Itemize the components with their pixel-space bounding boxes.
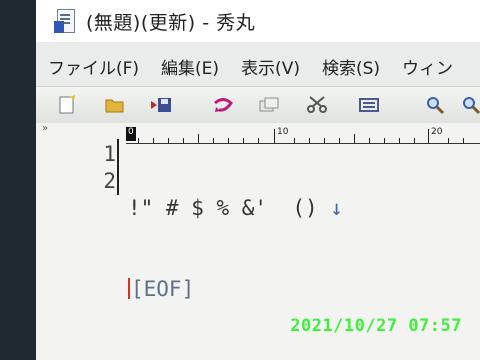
search-icon[interactable] xyxy=(424,95,446,115)
text-line-1: !" # $ % &' () ↓ xyxy=(128,195,343,222)
window-title: (無題)(更新) - 秀丸 xyxy=(86,11,256,34)
line-number: 2 xyxy=(103,169,116,193)
app-icon[interactable] xyxy=(54,7,78,35)
ruler-label: 10 xyxy=(276,127,290,137)
menu-bar: ファイル(F) 編集(E) 表示(V) 検索(S) ウィン xyxy=(36,50,480,82)
toolbar xyxy=(36,86,480,124)
copy-icon[interactable] xyxy=(258,95,280,115)
title-bar: (無題)(更新) - 秀丸 xyxy=(36,0,480,42)
newline-arrow-icon: ↓ xyxy=(330,196,343,220)
new-file-icon[interactable] xyxy=(56,95,78,115)
text-caret xyxy=(128,278,130,299)
line-1-text: !" # $ % &' () xyxy=(128,196,331,220)
line-number: 1 xyxy=(103,142,116,166)
cut-icon[interactable] xyxy=(306,95,328,115)
editor-window: (無題)(更新) - 秀丸 ファイル(F) 編集(E) 表示(V) 検索(S) … xyxy=(36,0,480,360)
save-icon[interactable] xyxy=(150,95,172,115)
search-next-icon[interactable] xyxy=(460,95,480,115)
ruler-label: 20 xyxy=(430,127,444,137)
menu-edit[interactable]: 編集(E) xyxy=(161,54,219,79)
eof-marker: [EOF] xyxy=(131,277,195,301)
menu-window[interactable]: ウィン xyxy=(402,54,453,79)
menu-search[interactable]: 検索(S) xyxy=(322,54,380,79)
paste-icon[interactable] xyxy=(358,95,380,115)
ruler-label: 0 xyxy=(128,127,134,137)
text-line-2: [EOF] xyxy=(128,276,343,303)
menu-view[interactable]: 表示(V) xyxy=(241,54,300,79)
line-number-gutter: 1 2 xyxy=(86,141,116,195)
open-folder-icon[interactable] xyxy=(104,95,126,115)
undo-icon[interactable] xyxy=(212,95,234,115)
gutter-divider xyxy=(117,139,119,195)
gutter-toggle-icon[interactable]: » xyxy=(42,123,48,134)
photo-timestamp: 2021/10/27 07:57 xyxy=(290,316,462,336)
menu-file[interactable]: ファイル(F) xyxy=(48,54,139,79)
